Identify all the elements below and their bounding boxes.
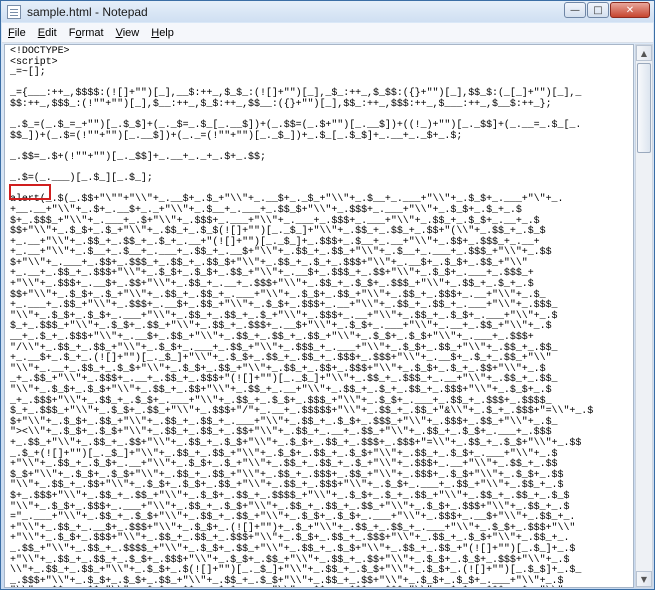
menu-edit-label: dit [45, 26, 57, 39]
menu-format-label: rmat [81, 26, 104, 39]
close-button[interactable]: ✕ [610, 2, 650, 18]
code-line: _.$=(_.___)[_.$_][_.$_]; [10, 173, 153, 185]
menu-view-accel: V [115, 26, 123, 39]
maximize-button[interactable]: □ [587, 2, 609, 18]
minimize-button[interactable]: — [564, 2, 586, 18]
menu-help-label: elp [159, 26, 174, 39]
vertical-scrollbar[interactable]: ▲ ▼ [635, 44, 653, 588]
code-line: _=~[]; [10, 67, 46, 79]
menu-format[interactable]: Format [63, 24, 110, 42]
notepad-app-icon[interactable] [7, 4, 21, 19]
code-line: +__.__+"\\"+_.$+_.__$+_._+"\\"+_.$__+_._… [10, 204, 522, 216]
code-line: $$:++_,$$$_:(!""+"")[_],$__:++_,$_$:++_,… [10, 98, 552, 110]
menu-view-label: iew [122, 26, 140, 39]
code-line: +_.$$_+"\\"+_.$$_+_.$$+"\\"+_.$$_+_.$_$+… [10, 437, 582, 449]
code-line: <script> [10, 56, 58, 68]
window-controls: — □ ✕ [564, 2, 650, 18]
code-text: <!DOCTYPE> <script> _=~[]; _={___:++_,$$$$:… [10, 46, 633, 588]
menu-help[interactable]: Help [145, 24, 180, 42]
window-title: sample.html - Notepad [27, 4, 148, 19]
menu-edit[interactable]: Edit [32, 24, 63, 42]
menu-file[interactable]: File [2, 24, 32, 42]
scroll-thumb[interactable] [637, 63, 651, 153]
menu-file-accel: F [8, 26, 15, 39]
scroll-up-arrow-icon[interactable]: ▲ [636, 45, 652, 61]
menu-view[interactable]: View [110, 24, 146, 42]
code-line: _.$$=_.$+(!""+"")[_._$$]+_.__+_._+_.$+_.… [10, 151, 266, 163]
notepad-window: sample.html - Notepad — □ ✕ File Edit Fo… [0, 0, 655, 590]
menu-file-label: ile [14, 26, 26, 39]
menu-edit-accel: E [37, 26, 46, 39]
title-bar[interactable]: sample.html - Notepad — □ ✕ [1, 1, 654, 22]
text-editor[interactable]: <!DOCTYPE> <script> _=~[]; _={___:++_,$$$$:… [4, 44, 634, 588]
code-line: $$_])+(_.$=(!""+"")[_.__$])+(_._=(!""+""… [10, 130, 463, 142]
alert-highlight-box [9, 184, 51, 200]
code-line: _.$$_+"\\"+_.$$_+_.$$$$_+"\\"+_.$_$+_.$$… [10, 543, 576, 555]
code-line: "\\"+_.$_$+_.$_$+"\\"+_.$$_+_.$$+"\\"+_.… [10, 385, 552, 396]
scroll-down-arrow-icon[interactable]: ▼ [636, 571, 652, 587]
code-line: $+_.$$$+"\\"+_.$$_+_.$$_+"\\"+_.$_$+_.$$… [10, 490, 570, 502]
menu-bar: File Edit Format View Help [2, 23, 653, 43]
code-line: "\\"+_.$$_+_.$$+"\\"+_.$_$+_.$$_+_.$_$+_… [10, 587, 564, 588]
code-line: <!DOCTYPE> [10, 46, 70, 57]
menu-help-accel: H [151, 26, 160, 39]
